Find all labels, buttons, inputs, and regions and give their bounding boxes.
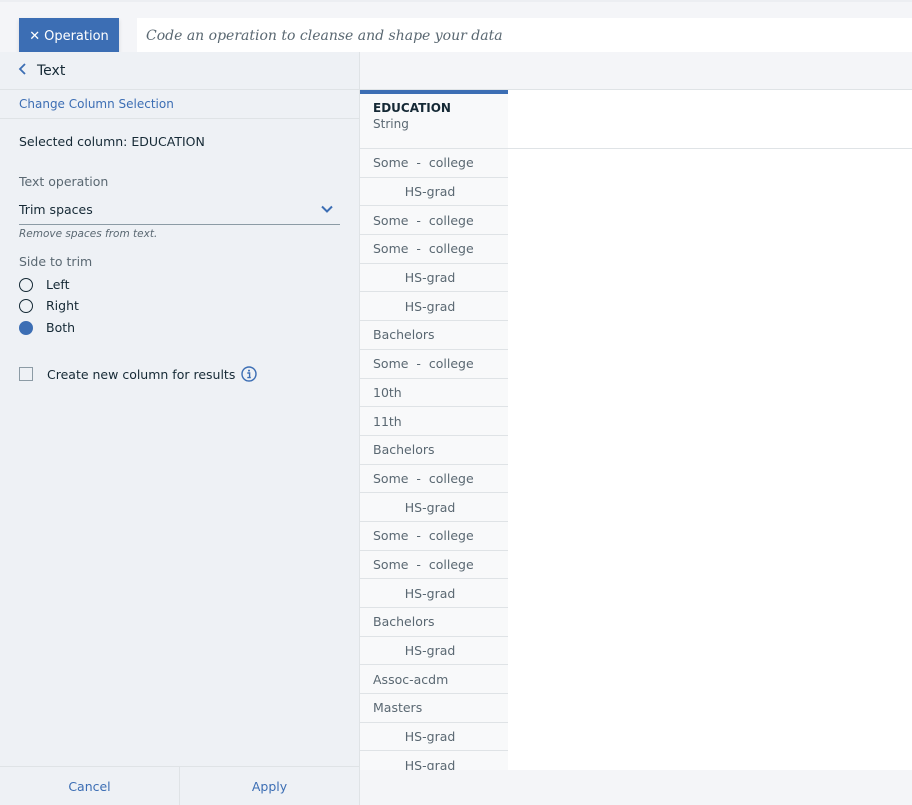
table-cell[interactable]: HS-grad (360, 493, 508, 522)
table-cell[interactable]: 10th (360, 379, 508, 408)
table-cell[interactable]: Some - college (360, 551, 508, 580)
operation-button-label: Operation (44, 28, 109, 44)
info-icon[interactable] (241, 366, 258, 382)
column-cells: Some - college HS-grad Some - college Some… (360, 149, 508, 770)
table-cell[interactable]: Some - college (360, 235, 508, 264)
grid-column-education: EDUCATION String Some - college HS-grad S… (360, 90, 508, 770)
change-column-row: Change Column Selection (0, 90, 359, 119)
radio-right[interactable]: Right (19, 298, 79, 313)
table-cell[interactable]: HS-grad (360, 264, 508, 293)
cancel-button[interactable]: Cancel (0, 767, 179, 805)
table-cell[interactable]: Bachelors (360, 436, 508, 465)
text-operation-label: Text operation (19, 174, 109, 189)
radio-label: Both (46, 320, 76, 335)
radio-button-selected[interactable] (19, 320, 33, 335)
panel-footer: Cancel Apply (0, 766, 359, 805)
text-operation-helper: Remove spaces from text. (19, 228, 158, 240)
text-operation-dropdown[interactable]: Trim spaces (19, 194, 340, 225)
radio-left[interactable]: Left (19, 277, 70, 292)
table-cell[interactable]: Bachelors (360, 321, 508, 350)
table-cell[interactable]: HS-grad (360, 579, 508, 608)
radio-button[interactable] (19, 298, 33, 313)
column-name: EDUCATION (373, 101, 451, 115)
table-cell[interactable]: HS-grad (360, 637, 508, 666)
grid-toolbar (360, 52, 912, 90)
chevron-down-icon (321, 205, 333, 213)
table-cell[interactable]: HS-grad (360, 178, 508, 207)
table-cell[interactable]: 11th (360, 407, 508, 436)
data-grid: EDUCATION String Some - college HS-grad S… (360, 90, 912, 770)
top-bar: ✕ Operation (0, 0, 912, 54)
text-operation-value: Trim spaces (19, 201, 93, 217)
close-operation-button[interactable]: ✕ Operation (19, 18, 119, 54)
panel-title: Text (37, 62, 66, 79)
radio-button[interactable] (19, 277, 33, 292)
apply-button[interactable]: Apply (179, 767, 359, 805)
table-cell[interactable]: Bachelors (360, 608, 508, 637)
create-new-column-row: Create new column for results (19, 366, 258, 382)
table-cell[interactable]: HS-grad (360, 723, 508, 752)
close-icon: ✕ (29, 28, 41, 44)
table-cell[interactable]: HS-grad (360, 751, 508, 770)
operation-panel: Text Change Column Selection Selected co… (0, 52, 360, 805)
table-cell[interactable]: Some - college (360, 522, 508, 551)
grid-bottom-strip (360, 770, 912, 805)
create-new-column-label: Create new column for results (47, 366, 236, 382)
code-operation-input[interactable] (137, 18, 912, 54)
table-cell[interactable]: Assoc-acdm (360, 665, 508, 695)
selected-column-text: Selected column: EDUCATION (19, 134, 205, 149)
table-cell[interactable]: Masters (360, 694, 508, 723)
radio-label: Left (46, 277, 70, 292)
column-type: String (373, 117, 409, 131)
table-cell[interactable]: Some - college (360, 149, 508, 178)
table-cell[interactable]: Some - college (360, 465, 508, 494)
column-header[interactable]: EDUCATION String (360, 90, 508, 149)
change-column-selection-link[interactable]: Change Column Selection (19, 97, 174, 111)
radio-label: Right (46, 298, 79, 313)
side-to-trim-label: Side to trim (19, 254, 93, 269)
table-cell[interactable]: Some - college (360, 350, 508, 379)
create-new-column-checkbox[interactable] (19, 367, 33, 381)
chevron-left-icon (18, 62, 37, 79)
radio-both[interactable]: Both (19, 320, 75, 335)
table-cell[interactable]: HS-grad (360, 292, 508, 322)
table-cell[interactable]: Some - college (360, 206, 508, 236)
header-divider (508, 148, 912, 149)
back-to-operations-button[interactable]: Text (0, 52, 359, 90)
